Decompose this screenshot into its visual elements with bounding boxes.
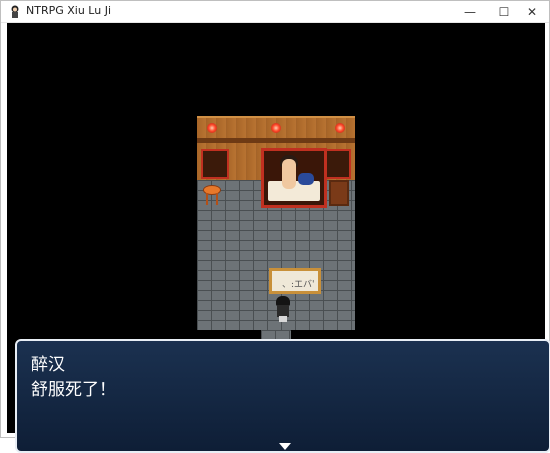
round-stool bbox=[203, 185, 221, 205]
close-icon: ✕ bbox=[526, 4, 538, 19]
canopy-bed bbox=[261, 148, 327, 208]
dialog-message: 舒服死了！ bbox=[31, 380, 116, 400]
wooden-chair bbox=[329, 180, 349, 206]
message-window[interactable]: 醉汉 舒服死了！ bbox=[15, 339, 550, 453]
close-button[interactable]: ✕ bbox=[515, 1, 549, 22]
wall-painting: 、:エバ' bbox=[269, 268, 321, 294]
red-lantern-icon bbox=[207, 123, 217, 133]
minimize-button[interactable]: — bbox=[453, 1, 487, 22]
game-window: NTRPG Xiu Lu Ji — ☐ ✕ 、:エバ' 醉汉 舒服死了！ bbox=[0, 0, 550, 453]
red-lantern-icon bbox=[271, 123, 281, 133]
player-character bbox=[275, 296, 291, 322]
player-legs bbox=[279, 316, 287, 322]
triangle-down-icon[interactable] bbox=[279, 443, 291, 450]
right-cabinet bbox=[323, 149, 351, 179]
wall-beam bbox=[197, 138, 355, 143]
room-interior: 、:エバ' bbox=[197, 116, 355, 348]
minimize-icon: — bbox=[464, 4, 476, 19]
title-bar[interactable]: NTRPG Xiu Lu Ji — ☐ ✕ bbox=[1, 1, 549, 23]
game-character-icon bbox=[11, 5, 19, 18]
game-canvas[interactable]: 、:エバ' 醉汉 舒服死了！ bbox=[7, 23, 550, 453]
painting-calligraphy: 、:エバ' bbox=[282, 280, 315, 290]
npc-sleeping-figure bbox=[282, 159, 296, 189]
speaker-name: 醉汉 bbox=[31, 355, 65, 375]
window-title: NTRPG Xiu Lu Ji bbox=[26, 4, 112, 17]
left-cabinet bbox=[201, 149, 229, 179]
maximize-icon: ☐ bbox=[498, 4, 510, 19]
stool-legs bbox=[206, 193, 218, 205]
red-lantern-icon bbox=[335, 123, 345, 133]
npc-blue-figure bbox=[298, 173, 314, 185]
